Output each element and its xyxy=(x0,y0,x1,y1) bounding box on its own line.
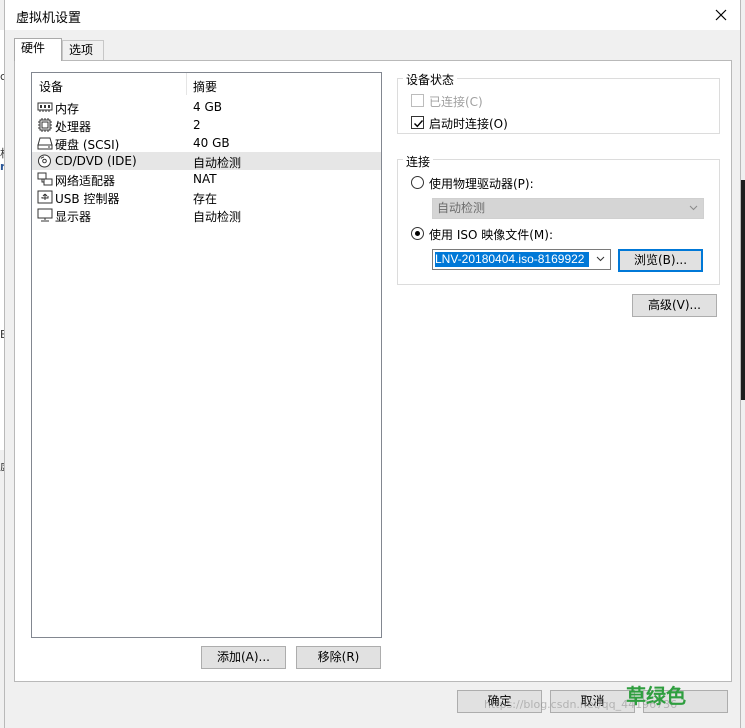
device-summary: 40 GB xyxy=(193,136,230,150)
iso-image-label: 使用 ISO 映像文件(M): xyxy=(429,228,553,242)
close-button[interactable] xyxy=(708,3,734,27)
iso-path-value[interactable]: 8169922-LNV-20180404.iso xyxy=(435,252,589,267)
connected-checkbox[interactable] xyxy=(411,94,424,107)
physical-drive-radio[interactable] xyxy=(411,176,424,189)
network-adapter-icon xyxy=(37,172,54,186)
usb-icon xyxy=(37,190,54,204)
radio-selected-dot xyxy=(415,231,420,236)
device-summary: NAT xyxy=(193,172,217,186)
device-row-usb-controller[interactable]: USB 控制器 存在 xyxy=(32,188,381,206)
device-summary: 4 GB xyxy=(193,100,222,114)
device-name: 网络适配器 xyxy=(55,174,116,188)
device-summary: 自动检测 xyxy=(193,210,242,224)
device-summary: 2 xyxy=(193,118,201,132)
title-bar: 虚拟机设置 xyxy=(5,0,740,30)
advanced-button[interactable]: 高级(V)... xyxy=(632,294,717,317)
device-list-header: 设备 摘要 xyxy=(32,73,381,95)
device-name: 处理器 xyxy=(55,120,92,134)
physical-drive-value: 自动检测 xyxy=(437,201,486,215)
device-row-harddisk[interactable]: 硬盘 (SCSI) 40 GB xyxy=(32,134,381,152)
device-status-title: 设备状态 xyxy=(403,71,458,88)
add-device-button[interactable]: 添加(A)... xyxy=(201,646,286,669)
device-row-display[interactable]: 显示器 自动检测 xyxy=(32,206,381,224)
device-name: CD/DVD (IDE) xyxy=(55,154,137,168)
device-name: 内存 xyxy=(55,102,80,116)
device-row-network-adapter[interactable]: 网络适配器 NAT xyxy=(32,170,381,188)
display-icon xyxy=(37,208,54,222)
watermark-logo: 草绿色 xyxy=(626,684,686,708)
device-name: 硬盘 (SCSI) xyxy=(55,138,120,152)
iso-image-radio[interactable] xyxy=(411,227,424,240)
column-separator xyxy=(186,73,187,95)
device-row-memory[interactable]: 内存 4 GB xyxy=(32,98,381,116)
remove-device-button[interactable]: 移除(R) xyxy=(296,646,381,669)
physical-drive-select[interactable]: 自动检测 xyxy=(432,198,704,219)
browse-button[interactable]: 浏览(B)... xyxy=(618,249,703,272)
device-name: USB 控制器 xyxy=(55,192,120,206)
device-summary: 存在 xyxy=(193,192,218,206)
device-name: 显示器 xyxy=(55,210,92,224)
cd-dvd-icon xyxy=(37,154,54,168)
connect-at-power-on-checkbox[interactable] xyxy=(411,116,424,129)
close-icon xyxy=(715,9,727,21)
device-row-cd-dvd[interactable]: CD/DVD (IDE) 自动检测 xyxy=(32,152,381,170)
chevron-down-icon xyxy=(689,205,698,211)
column-header-device[interactable]: 设备 xyxy=(39,78,63,95)
checkmark-icon xyxy=(414,120,424,128)
device-summary: 自动检测 xyxy=(193,156,242,170)
device-row-processor[interactable]: 处理器 2 xyxy=(32,116,381,134)
vm-settings-dialog: 虚拟机设置 硬件 选项 设备 摘要 内存 4 GB 处理器 2 硬盘 (SCSI… xyxy=(4,0,741,728)
column-header-summary[interactable]: 摘要 xyxy=(193,78,217,95)
device-list[interactable]: 设备 摘要 内存 4 GB 处理器 2 硬盘 (SCSI) 40 GB CD/D… xyxy=(31,72,382,638)
physical-drive-label: 使用物理驱动器(P): xyxy=(429,177,534,191)
hardware-panel: 设备 摘要 内存 4 GB 处理器 2 硬盘 (SCSI) 40 GB CD/D… xyxy=(14,60,732,682)
tab-options[interactable]: 选项 xyxy=(62,40,104,60)
cpu-icon xyxy=(37,118,54,132)
iso-path-combobox[interactable]: 8169922-LNV-20180404.iso xyxy=(432,249,611,270)
harddisk-icon xyxy=(37,136,54,150)
connection-title: 连接 xyxy=(403,153,434,170)
connected-label: 已连接(C) xyxy=(429,95,483,109)
connect-at-power-on-label: 启动时连接(O) xyxy=(429,117,508,131)
chevron-down-icon[interactable] xyxy=(596,256,605,262)
memory-icon xyxy=(37,100,54,114)
window-title: 虚拟机设置 xyxy=(16,11,82,26)
tab-hardware[interactable]: 硬件 xyxy=(14,38,62,61)
